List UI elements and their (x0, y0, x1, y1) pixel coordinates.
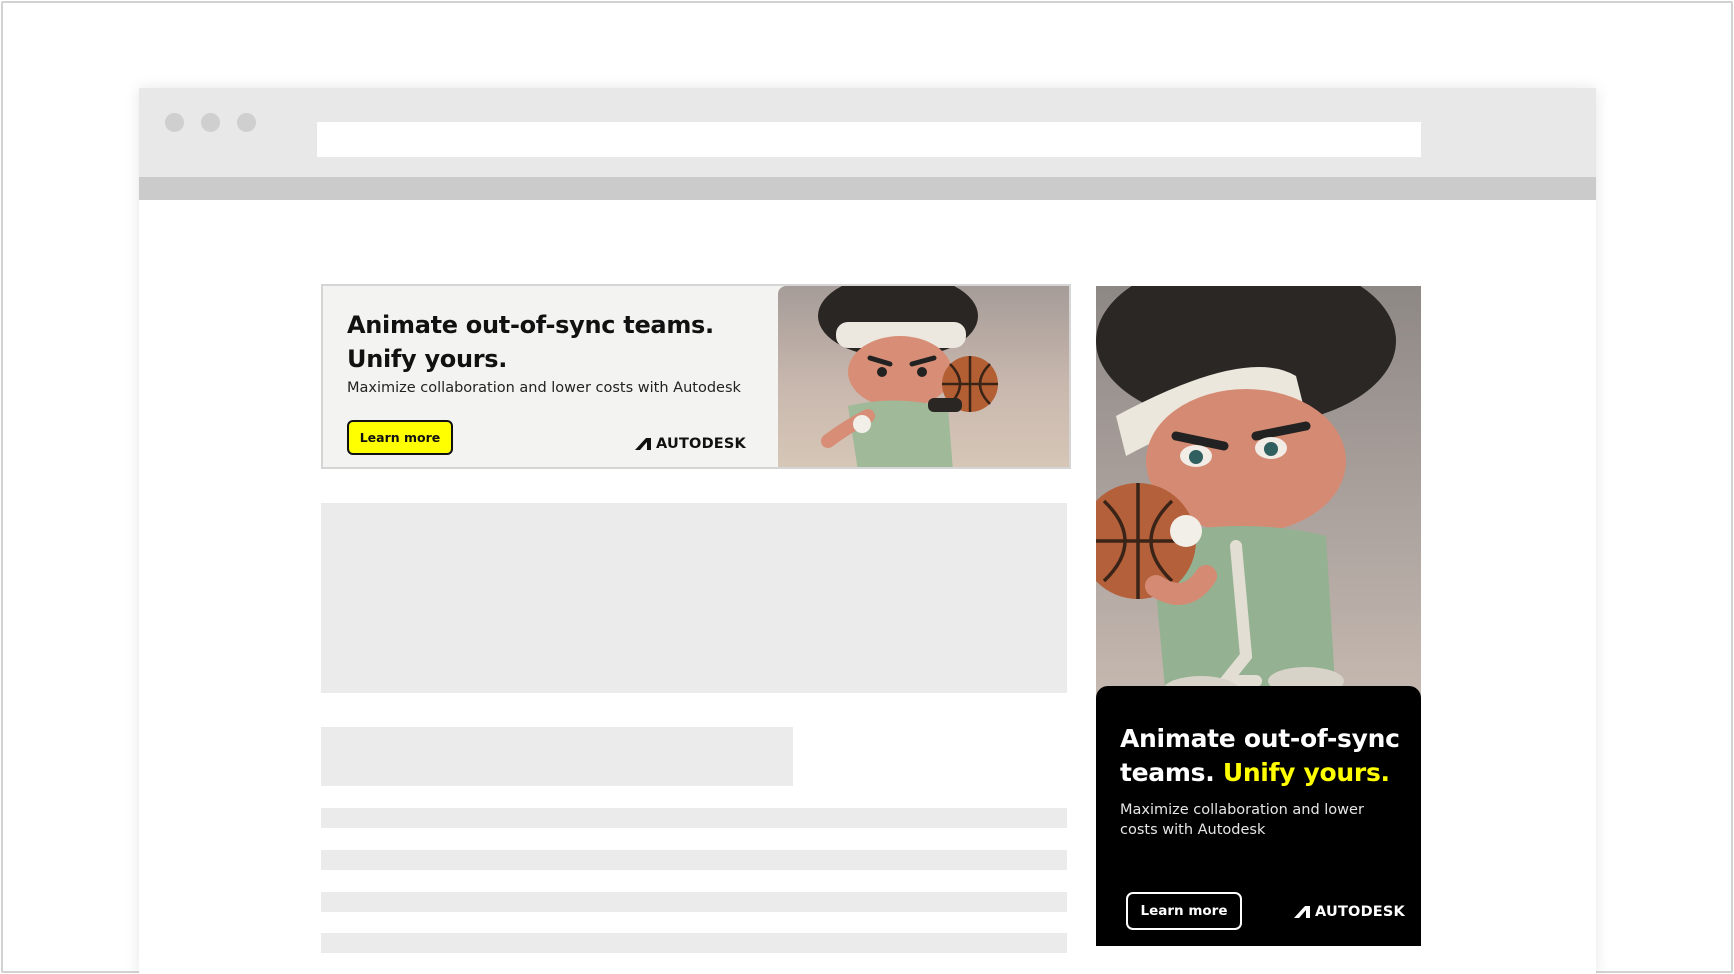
brand-logo: AUTODESK (635, 436, 746, 452)
ad-headline: Animate out-of-sync teams. Unify yours. (1120, 722, 1410, 790)
learn-more-button[interactable]: Learn more (1126, 892, 1242, 930)
ad-headline: Animate out-of-sync teams. Unify yours. (347, 311, 714, 373)
headline-accent: Unify yours. (1222, 758, 1390, 787)
content-placeholder-line (321, 850, 1067, 870)
brand-name: AUTODESK (1315, 904, 1405, 920)
brand-name: AUTODESK (656, 436, 746, 452)
animated-basketball-character-image (1096, 286, 1421, 704)
ad-subtext: Maximize collaboration and lower costs w… (347, 380, 741, 396)
autodesk-logo-icon (1294, 906, 1310, 918)
learn-more-button[interactable]: Learn more (347, 420, 453, 455)
browser-toolbar-strip (139, 177, 1596, 200)
ad-text-panel: Animate out-of-sync teams. Unify yours. … (1096, 686, 1421, 946)
ad-subtext: Maximize collaboration and lower costs w… (1120, 802, 1364, 838)
window-close-dot[interactable] (165, 113, 184, 132)
sidebar-ad[interactable]: Animate out-of-sync teams. Unify yours. … (1096, 286, 1421, 946)
leaderboard-ad[interactable]: Animate out-of-sync teams. Unify yours. … (321, 284, 1071, 469)
window-maximize-dot[interactable] (237, 113, 256, 132)
content-placeholder-block (321, 503, 1067, 693)
content-placeholder-line (321, 892, 1067, 912)
autodesk-logo-icon (635, 438, 651, 450)
address-bar[interactable] (317, 122, 1421, 157)
animated-basketball-character-image (778, 286, 1069, 467)
content-placeholder-heading (321, 727, 793, 786)
content-placeholder-line (321, 808, 1067, 828)
window-minimize-dot[interactable] (201, 113, 220, 132)
browser-titlebar (139, 88, 1596, 177)
brand-logo: AUTODESK (1294, 904, 1405, 920)
content-placeholder-line (321, 933, 1067, 953)
